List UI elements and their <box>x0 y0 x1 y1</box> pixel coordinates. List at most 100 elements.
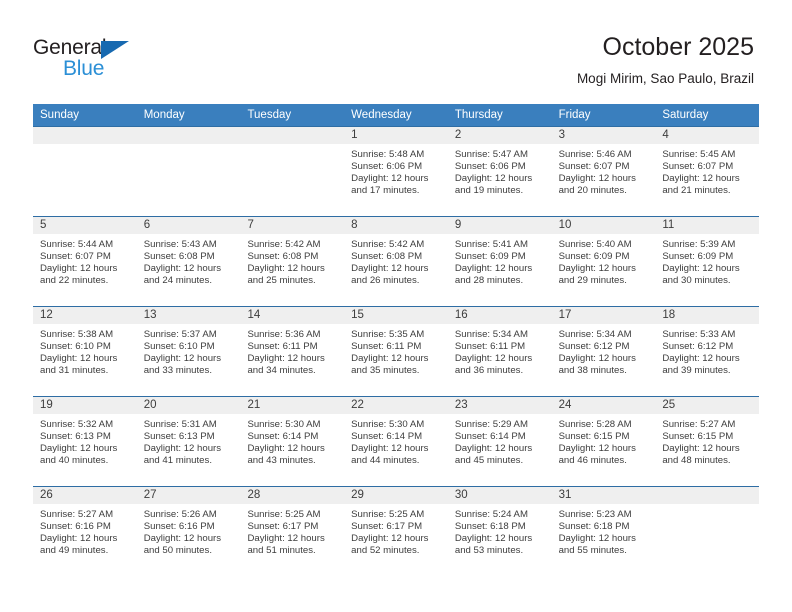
daylight-text-line1: Daylight: 12 hours <box>40 263 118 275</box>
day-cell[interactable]: Sunrise: 5:28 AM Sunset: 6:15 PM Dayligh… <box>552 414 656 486</box>
day-number[interactable]: 14 <box>240 307 344 324</box>
weekday-header-thursday: Thursday <box>454 109 503 121</box>
day-cell[interactable]: Sunrise: 5:41 AM Sunset: 6:09 PM Dayligh… <box>448 234 552 306</box>
day-number[interactable]: 5 <box>33 217 137 234</box>
day-number[interactable] <box>655 487 759 504</box>
day-number[interactable]: 31 <box>552 487 656 504</box>
day-number[interactable]: 21 <box>240 397 344 414</box>
day-number[interactable]: 10 <box>552 217 656 234</box>
daylight-text-line2: and 48 minutes. <box>662 455 731 467</box>
day-detail-row: Sunrise: 5:32 AM Sunset: 6:13 PM Dayligh… <box>33 414 759 486</box>
sunset-text: Sunset: 6:13 PM <box>143 431 215 443</box>
day-cell[interactable]: Sunrise: 5:46 AM Sunset: 6:07 PM Dayligh… <box>552 144 656 216</box>
daylight-text-line2: and 50 minutes. <box>143 545 212 557</box>
day-cell[interactable]: Sunrise: 5:47 AM Sunset: 6:06 PM Dayligh… <box>448 144 552 216</box>
sunset-text: Sunset: 6:09 PM <box>662 251 734 263</box>
day-cell[interactable] <box>655 504 759 576</box>
day-cell[interactable]: Sunrise: 5:42 AM Sunset: 6:08 PM Dayligh… <box>240 234 344 306</box>
sunrise-text: Sunrise: 5:42 AM <box>247 239 321 250</box>
day-number[interactable]: 9 <box>448 217 552 234</box>
sunset-text: Sunset: 6:08 PM <box>143 251 215 263</box>
sunset-text: Sunset: 6:11 PM <box>351 341 422 353</box>
day-number[interactable]: 30 <box>448 487 552 504</box>
day-cell[interactable]: Sunrise: 5:32 AM Sunset: 6:13 PM Dayligh… <box>33 414 137 486</box>
day-cell[interactable] <box>240 144 344 216</box>
day-number[interactable]: 16 <box>448 307 552 324</box>
day-cell[interactable] <box>137 144 241 216</box>
day-cell[interactable]: Sunrise: 5:40 AM Sunset: 6:09 PM Dayligh… <box>552 234 656 306</box>
day-number[interactable]: 1 <box>344 127 448 144</box>
day-number[interactable]: 18 <box>655 307 759 324</box>
daylight-text-line1: Daylight: 12 hours <box>143 443 222 455</box>
sunset-text: Sunset: 6:06 PM <box>454 161 526 173</box>
day-cell[interactable]: Sunrise: 5:34 AM Sunset: 6:11 PM Dayligh… <box>448 324 552 396</box>
day-cell[interactable]: Sunrise: 5:25 AM Sunset: 6:17 PM Dayligh… <box>240 504 344 576</box>
day-number[interactable]: 12 <box>33 307 137 324</box>
day-cell[interactable]: Sunrise: 5:31 AM Sunset: 6:13 PM Dayligh… <box>137 414 241 486</box>
day-number[interactable]: 28 <box>240 487 344 504</box>
day-number[interactable] <box>240 127 344 144</box>
day-cell[interactable]: Sunrise: 5:33 AM Sunset: 6:12 PM Dayligh… <box>655 324 759 396</box>
day-number[interactable]: 11 <box>655 217 759 234</box>
day-detail-row: Sunrise: 5:48 AM Sunset: 6:06 PM Dayligh… <box>33 144 759 216</box>
day-number[interactable] <box>33 127 137 144</box>
daylight-text-line1: Daylight: 12 hours <box>662 173 740 185</box>
daylight-text-line2: and 29 minutes. <box>558 275 627 287</box>
sunrise-text: Sunrise: 5:37 AM <box>143 329 217 340</box>
day-number[interactable]: 29 <box>344 487 448 504</box>
day-cell[interactable]: Sunrise: 5:29 AM Sunset: 6:14 PM Dayligh… <box>448 414 552 486</box>
day-cell[interactable]: Sunrise: 5:35 AM Sunset: 6:11 PM Dayligh… <box>344 324 448 396</box>
daylight-text-line2: and 33 minutes. <box>143 365 212 377</box>
day-cell[interactable]: Sunrise: 5:34 AM Sunset: 6:12 PM Dayligh… <box>552 324 656 396</box>
day-number[interactable]: 22 <box>344 397 448 414</box>
day-cell[interactable]: Sunrise: 5:30 AM Sunset: 6:14 PM Dayligh… <box>344 414 448 486</box>
day-cell[interactable]: Sunrise: 5:23 AM Sunset: 6:18 PM Dayligh… <box>552 504 656 576</box>
day-cell[interactable]: Sunrise: 5:45 AM Sunset: 6:07 PM Dayligh… <box>655 144 759 216</box>
day-number[interactable]: 2 <box>448 127 552 144</box>
day-number[interactable]: 8 <box>344 217 448 234</box>
logo-text-blue: Blue <box>63 57 105 80</box>
sunrise-text: Sunrise: 5:42 AM <box>351 239 425 250</box>
day-cell[interactable]: Sunrise: 5:27 AM Sunset: 6:15 PM Dayligh… <box>655 414 759 486</box>
day-number[interactable]: 20 <box>137 397 241 414</box>
day-cell[interactable]: Sunrise: 5:39 AM Sunset: 6:09 PM Dayligh… <box>655 234 759 306</box>
day-number[interactable]: 17 <box>552 307 656 324</box>
day-cell[interactable]: Sunrise: 5:48 AM Sunset: 6:06 PM Dayligh… <box>344 144 448 216</box>
day-number[interactable]: 3 <box>552 127 656 144</box>
day-number[interactable]: 27 <box>137 487 241 504</box>
day-cell[interactable] <box>33 144 137 216</box>
day-number[interactable]: 24 <box>552 397 656 414</box>
day-cell[interactable]: Sunrise: 5:36 AM Sunset: 6:11 PM Dayligh… <box>240 324 344 396</box>
day-number[interactable]: 25 <box>655 397 759 414</box>
daylight-text-line1: Daylight: 12 hours <box>40 353 118 365</box>
day-number[interactable] <box>137 127 241 144</box>
day-number[interactable]: 19 <box>33 397 137 414</box>
sunset-text: Sunset: 6:14 PM <box>454 431 526 443</box>
day-cell[interactable]: Sunrise: 5:27 AM Sunset: 6:16 PM Dayligh… <box>33 504 137 576</box>
day-cell[interactable]: Sunrise: 5:44 AM Sunset: 6:07 PM Dayligh… <box>33 234 137 306</box>
day-number[interactable]: 26 <box>33 487 137 504</box>
day-number[interactable]: 13 <box>137 307 241 324</box>
day-number[interactable]: 6 <box>137 217 241 234</box>
day-number[interactable]: 7 <box>240 217 344 234</box>
day-number[interactable]: 15 <box>344 307 448 324</box>
day-cell[interactable]: Sunrise: 5:38 AM Sunset: 6:10 PM Dayligh… <box>33 324 137 396</box>
day-cell[interactable]: Sunrise: 5:30 AM Sunset: 6:14 PM Dayligh… <box>240 414 344 486</box>
day-number[interactable]: 23 <box>448 397 552 414</box>
day-cell[interactable]: Sunrise: 5:26 AM Sunset: 6:16 PM Dayligh… <box>137 504 241 576</box>
day-cell[interactable]: Sunrise: 5:42 AM Sunset: 6:08 PM Dayligh… <box>344 234 448 306</box>
day-number[interactable]: 4 <box>655 127 759 144</box>
day-cell[interactable]: Sunrise: 5:37 AM Sunset: 6:10 PM Dayligh… <box>137 324 241 396</box>
day-cell[interactable]: Sunrise: 5:24 AM Sunset: 6:18 PM Dayligh… <box>448 504 552 576</box>
day-cell[interactable]: Sunrise: 5:43 AM Sunset: 6:08 PM Dayligh… <box>137 234 241 306</box>
daylight-text-line2: and 55 minutes. <box>558 545 627 557</box>
day-cell[interactable]: Sunrise: 5:25 AM Sunset: 6:17 PM Dayligh… <box>344 504 448 576</box>
daylight-text-line1: Daylight: 12 hours <box>454 353 533 365</box>
generalblue-logo[interactable]: General Blue <box>33 36 213 88</box>
daylight-text-line2: and 46 minutes. <box>558 455 627 467</box>
sunset-text: Sunset: 6:07 PM <box>662 161 734 173</box>
sunset-text: Sunset: 6:07 PM <box>558 161 630 173</box>
day-detail-row: Sunrise: 5:27 AM Sunset: 6:16 PM Dayligh… <box>33 504 759 576</box>
sunrise-text: Sunrise: 5:30 AM <box>247 419 321 430</box>
calendar-grid: Sunday Monday Tuesday Wednesday Thursday… <box>33 104 759 576</box>
